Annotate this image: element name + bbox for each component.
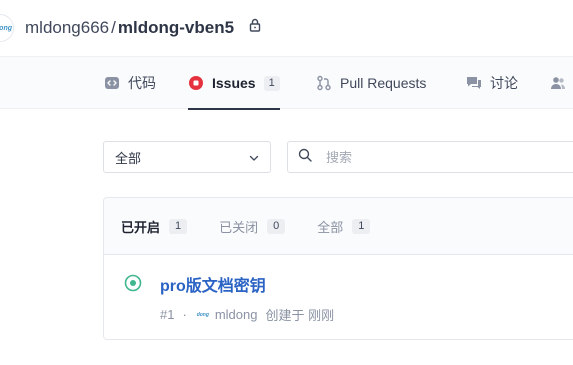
path-separator: / bbox=[111, 18, 116, 37]
owner-avatar[interactable]: dong bbox=[0, 14, 14, 42]
issue-meta: #1 · dong mldong 创建于 刚刚 bbox=[160, 305, 334, 324]
state-count-badge: 1 bbox=[352, 218, 371, 234]
tab-code[interactable]: 代码 bbox=[104, 57, 156, 109]
open-issue-icon bbox=[124, 274, 142, 297]
tab-label: 讨论 bbox=[490, 75, 518, 91]
code-icon bbox=[104, 75, 120, 91]
issue-title-link[interactable]: pro版文档密钥 bbox=[160, 272, 266, 296]
tab-label: 代码 bbox=[128, 75, 156, 91]
created-time: 创建于 刚刚 bbox=[265, 308, 335, 323]
state-tab-closed[interactable]: 已关闭 0 bbox=[219, 217, 286, 236]
state-count-badge: 1 bbox=[169, 218, 188, 234]
select-value: 全部 bbox=[115, 150, 142, 166]
repo-owner-link[interactable]: mldong666 bbox=[25, 18, 109, 37]
tab-members[interactable] bbox=[550, 57, 573, 109]
tab-discussions[interactable]: 讨论 bbox=[466, 57, 518, 109]
meta-separator: · bbox=[182, 307, 187, 322]
state-count-badge: 0 bbox=[267, 218, 286, 234]
issue-list-panel: 已开启 1 已关闭 0 全部 1 pro版文档密钥 #1 · dong mldo… bbox=[103, 197, 573, 340]
members-icon bbox=[550, 75, 566, 91]
state-tab-open[interactable]: 已开启 1 bbox=[121, 217, 188, 236]
tab-label: Pull Requests bbox=[340, 75, 427, 91]
issue-search bbox=[287, 141, 573, 173]
tab-pull-requests[interactable]: Pull Requests bbox=[316, 57, 426, 109]
state-label: 已关闭 bbox=[219, 219, 259, 235]
search-input[interactable] bbox=[326, 149, 526, 165]
repo-tabs: 代码 Issues 1 Pull Requests 讨论 bbox=[0, 56, 573, 110]
tab-label: Issues bbox=[212, 75, 256, 91]
pull-request-icon bbox=[316, 75, 332, 91]
issue-number: #1 bbox=[160, 307, 175, 322]
search-icon bbox=[298, 148, 312, 167]
author-avatar[interactable]: dong bbox=[195, 309, 211, 321]
author-link[interactable]: mldong bbox=[215, 307, 258, 322]
list-item: pro版文档密钥 #1 · dong mldong 创建于 刚刚 bbox=[104, 255, 573, 339]
tab-issues[interactable]: Issues 1 bbox=[188, 57, 280, 110]
state-tab-all[interactable]: 全部 1 bbox=[317, 217, 371, 236]
state-label: 已开启 bbox=[121, 219, 161, 235]
repo-header: dong mldong666/mldong-vben5 bbox=[0, 0, 573, 56]
lock-icon bbox=[249, 15, 261, 39]
repo-breadcrumb: mldong666/mldong-vben5 bbox=[25, 16, 261, 41]
issue-state-tabs: 已开启 1 已关闭 0 全部 1 bbox=[104, 198, 573, 255]
chevron-down-icon bbox=[248, 152, 260, 167]
state-label: 全部 bbox=[317, 219, 344, 235]
issue-count-badge: 1 bbox=[263, 75, 280, 91]
state-filter-select[interactable]: 全部 bbox=[103, 141, 271, 173]
repo-name-link[interactable]: mldong-vben5 bbox=[118, 18, 234, 37]
issue-icon bbox=[188, 75, 204, 91]
discussion-icon bbox=[466, 75, 482, 91]
